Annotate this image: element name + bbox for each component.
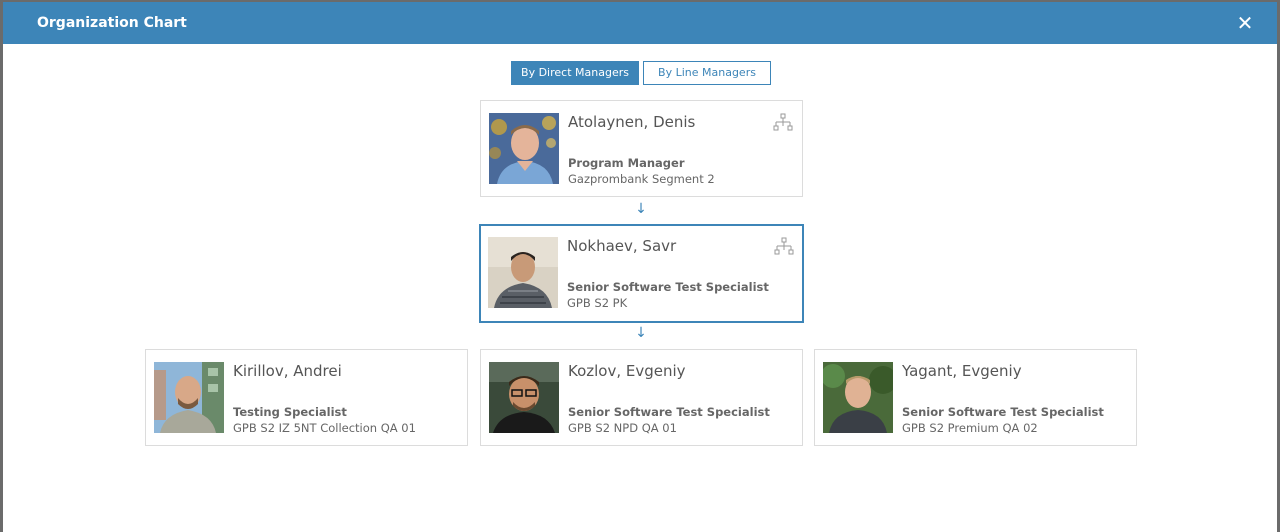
employee-role: Senior Software Test Specialist: [567, 280, 769, 294]
employee-role: Program Manager: [568, 156, 685, 170]
close-icon[interactable]: ✕: [1235, 13, 1255, 33]
employee-card-report[interactable]: Kozlov, Evgeniy Senior Software Test Spe…: [480, 349, 803, 446]
employee-name: Kozlov, Evgeniy: [568, 362, 686, 380]
employee-role: Testing Specialist: [233, 405, 347, 419]
hierarchy-icon[interactable]: [772, 113, 794, 135]
dialog-titlebar: Organization Chart ✕: [3, 2, 1277, 44]
employee-name: Nokhaev, Savr: [567, 237, 677, 255]
employee-unit: Gazprombank Segment 2: [568, 172, 715, 186]
avatar: [823, 362, 893, 433]
employee-card-report[interactable]: Yagant, Evgeniy Senior Software Test Spe…: [814, 349, 1137, 446]
connector-arrow: ↓: [635, 201, 647, 217]
employee-name: Atolaynen, Denis: [568, 113, 696, 131]
employee-name: Yagant, Evgeniy: [902, 362, 1022, 380]
connector-arrow: ↓: [635, 325, 647, 341]
employee-role: Senior Software Test Specialist: [568, 405, 770, 419]
employee-role: Senior Software Test Specialist: [902, 405, 1104, 419]
employee-unit: GPB S2 NPD QA 01: [568, 421, 677, 435]
avatar: [489, 362, 559, 433]
by-line-managers-button[interactable]: By Line Managers: [643, 61, 771, 85]
avatar: [488, 237, 558, 308]
employee-unit: GPB S2 PK: [567, 296, 628, 310]
employee-name: Kirillov, Andrei: [233, 362, 342, 380]
by-direct-managers-button[interactable]: By Direct Managers: [511, 61, 639, 85]
employee-card-selected[interactable]: Nokhaev, Savr Senior Software Test Speci…: [479, 224, 804, 323]
hierarchy-icon[interactable]: [773, 237, 795, 259]
employee-card-manager[interactable]: Atolaynen, Denis Program Manager Gazprom…: [480, 100, 803, 197]
employee-unit: GPB S2 IZ 5NT Collection QA 01: [233, 421, 416, 435]
dialog-title: Organization Chart: [37, 15, 187, 31]
employee-card-report[interactable]: Kirillov, Andrei Testing Specialist GPB …: [145, 349, 468, 446]
org-chart-dialog: Organization Chart ✕ By Direct Managers …: [3, 2, 1277, 532]
avatar: [489, 113, 559, 184]
avatar: [154, 362, 224, 433]
employee-unit: GPB S2 Premium QA 02: [902, 421, 1038, 435]
